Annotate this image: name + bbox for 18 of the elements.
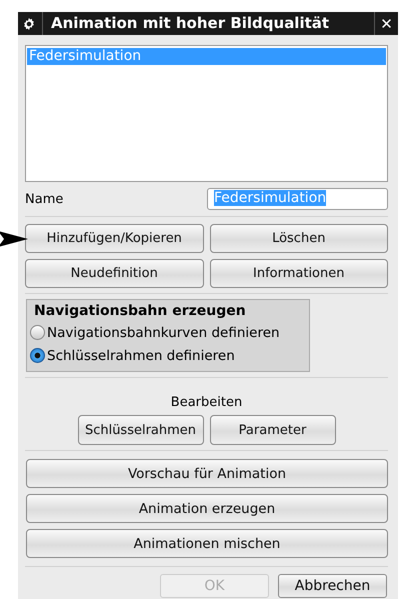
action-button[interactable]: Löschen bbox=[210, 224, 388, 253]
dialog-button[interactable]: Abbrechen bbox=[278, 574, 387, 598]
name-label: Name bbox=[25, 192, 64, 206]
wide-button[interactable]: Vorschau für Animation bbox=[26, 459, 388, 488]
group-title: Navigationsbahn erzeugen bbox=[33, 303, 247, 319]
wide-button[interactable]: Animation erzeugen bbox=[26, 494, 388, 523]
action-button[interactable]: Informationen bbox=[210, 259, 388, 288]
settings-icon[interactable] bbox=[22, 16, 36, 30]
radio-option[interactable]: Navigationsbahnkurven definieren bbox=[30, 321, 309, 344]
edit-button[interactable]: Parameter bbox=[210, 415, 336, 445]
radio-option[interactable]: Schlüsselrahmen definieren bbox=[30, 344, 309, 367]
window-title: Animation mit hoher Bildqualität bbox=[42, 12, 374, 35]
wide-button[interactable]: Animationen mischen bbox=[26, 529, 388, 558]
edit-label: Bearbeiten bbox=[170, 395, 244, 410]
close-button[interactable]: ✕ bbox=[374, 12, 398, 35]
action-button[interactable]: Neudefinition bbox=[25, 259, 204, 288]
action-button[interactable]: Hinzufügen/Kopieren bbox=[25, 224, 204, 253]
edit-button[interactable]: Schlüsselrahmen bbox=[78, 415, 204, 445]
